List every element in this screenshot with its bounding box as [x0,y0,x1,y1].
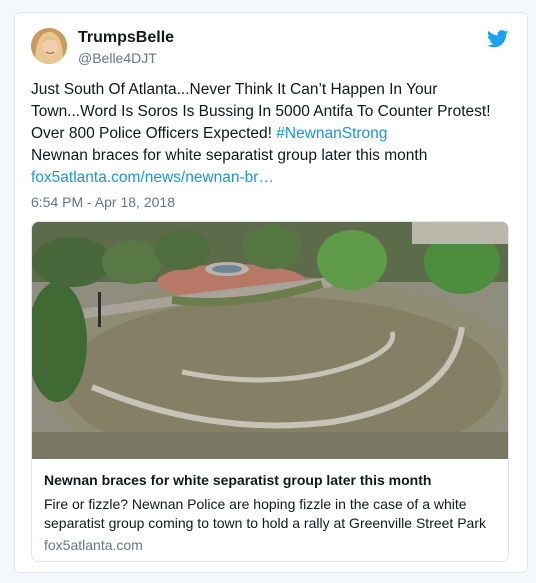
tweet-card: TrumpsBelle @Belle4DJT Just South Of Atl… [14,12,528,573]
twitter-bird-icon[interactable] [487,30,509,48]
avatar-photo [31,28,67,64]
article-link[interactable]: fox5atlanta.com/news/newnan-br… [31,169,274,186]
hashtag-link[interactable]: #NewnanStrong [276,125,387,142]
user-handle[interactable]: @Belle4DJT [78,50,157,66]
preview-domain: fox5atlanta.com [44,537,143,553]
tweet-text: Just South Of Atlanta...Never Think It C… [31,79,517,189]
preview-description: Fire or fizzle? Newnan Police are hoping… [44,496,486,531]
preview-title[interactable]: Newnan braces for white separatist group… [44,472,431,488]
display-name[interactable]: TrumpsBelle [78,29,174,47]
tweet-body-line2: Newnan braces for white separatist group… [31,147,428,164]
avatar[interactable] [31,28,67,64]
tweet-body: Just South Of Atlanta...Never Think It C… [31,81,491,142]
timestamp[interactable]: 6:54 PM - Apr 18, 2018 [31,194,175,210]
link-preview-card[interactable]: Newnan braces for white separatist group… [31,221,509,562]
park-photo [32,222,508,459]
